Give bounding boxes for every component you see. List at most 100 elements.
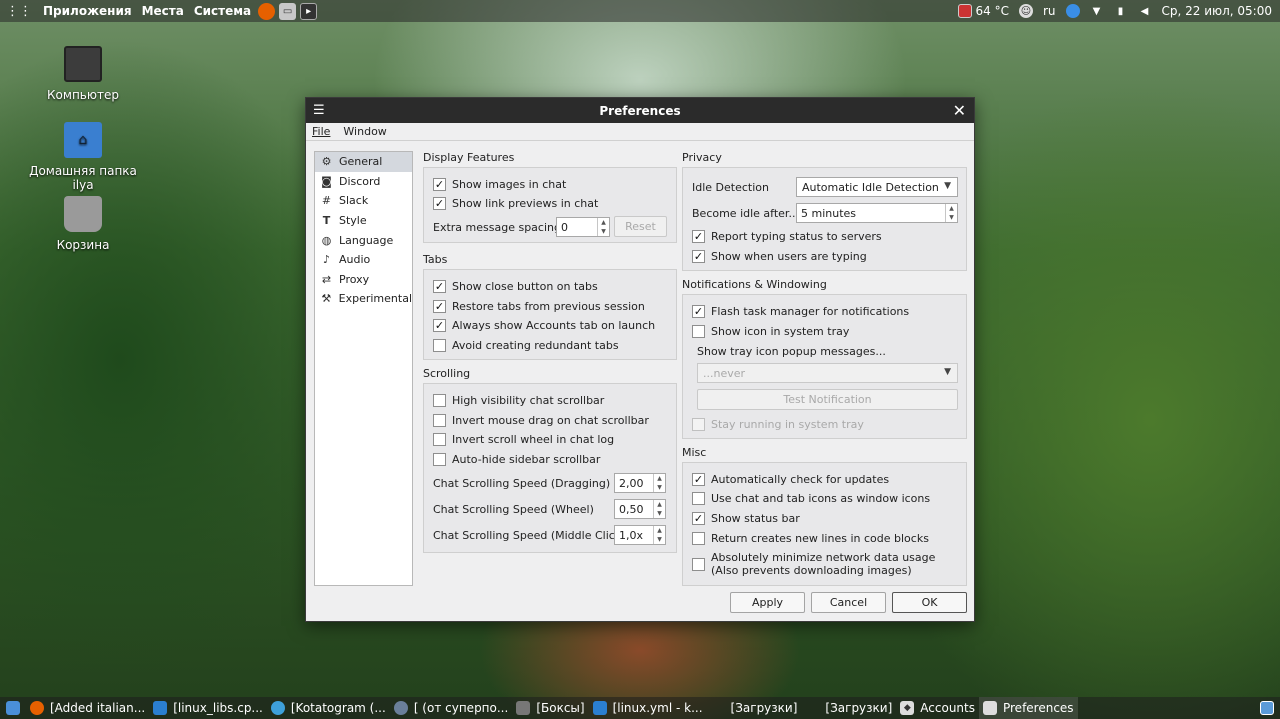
show-desktop-button[interactable] [0, 697, 26, 719]
speed-wheel-spinbox[interactable]: 0,50 ▲ ▼ [614, 499, 666, 519]
telegram-icon [270, 701, 285, 715]
proxy-icon: ⇄ [321, 272, 332, 286]
folder-icon [711, 701, 725, 715]
firefox-launcher-icon[interactable] [258, 2, 276, 20]
home-folder-icon: ⌂ [64, 122, 102, 158]
checkbox-box [433, 413, 446, 427]
speed-dragging-spinbox[interactable]: 2,00 ▲ ▼ [614, 473, 666, 493]
checkmark-icon: ✓ [433, 196, 446, 210]
speed-middle-click-spinbox[interactable]: 1,0x ▲ ▼ [614, 525, 666, 545]
slack-icon: # [321, 194, 332, 208]
show-images-checkbox[interactable]: ✓ Show images in chat [433, 175, 566, 193]
ok-button[interactable]: OK [892, 592, 967, 613]
globe-icon: ◍ [321, 233, 332, 247]
sidebar-item-proxy[interactable]: ⇄ Proxy [315, 270, 412, 290]
spin-arrows-icon[interactable]: ▲ ▼ [653, 526, 665, 544]
terminal-launcher-icon[interactable]: ▸ [300, 2, 318, 20]
status-bar-checkbox[interactable]: ✓ Show status bar [692, 509, 800, 527]
desktop-home-folder[interactable]: ⌂ Домашняя папка ilya [18, 122, 148, 192]
show-typing-checkbox[interactable]: ✓ Show when users are typing [692, 247, 867, 265]
battery-icon[interactable]: ▮ [1114, 4, 1128, 18]
auto-update-checkbox[interactable]: ✓ Automatically check for updates [692, 470, 889, 488]
taskbar-item[interactable]: [Kotatogram (... [267, 697, 390, 719]
taskbar-item[interactable]: [ (от суперпо... [390, 697, 513, 719]
thermometer-icon [958, 4, 973, 18]
taskbar-item[interactable]: ◆ Accounts [896, 697, 979, 719]
sidebar-item-slack[interactable]: # Slack [315, 191, 412, 211]
workspace-switcher[interactable] [1254, 697, 1280, 719]
sidebar-item-experimental[interactable]: ⚒ Experimental [315, 289, 412, 309]
volume-icon[interactable]: ◀ [1138, 4, 1152, 18]
sidebar-item-discord[interactable]: ◙ Discord [315, 172, 412, 192]
idle-detection-dropdown[interactable]: Automatic Idle Detection ▼ [796, 177, 958, 197]
places-menu[interactable]: Места [137, 0, 189, 22]
firefox-icon [30, 701, 44, 715]
flash-task-manager-checkbox[interactable]: ✓ Flash task manager for notifications [692, 302, 909, 320]
extra-spacing-spinbox[interactable]: 0 ▲ ▼ [556, 217, 610, 237]
spin-arrows-icon[interactable]: ▲ ▼ [653, 474, 665, 492]
reset-button[interactable]: Reset [614, 216, 667, 237]
keyboard-layout-indicator[interactable]: ru [1043, 4, 1056, 18]
taskbar-item-active[interactable]: Preferences [978, 697, 1078, 719]
taskbar-item[interactable]: [Загрузки] [707, 697, 802, 719]
title-bar[interactable]: ☰ Preferences ✕ [306, 98, 974, 123]
wifi-icon[interactable]: ▼ [1090, 4, 1104, 18]
show-close-button-checkbox[interactable]: ✓ Show close button on tabs [433, 277, 598, 295]
menu-window[interactable]: Window [343, 125, 386, 138]
invert-mouse-drag-checkbox[interactable]: Invert mouse drag on chat scrollbar [433, 411, 649, 429]
extra-spacing-label: Extra message spacing [433, 220, 561, 234]
update-tray-icon[interactable] [1065, 4, 1080, 18]
sidebar-item-language[interactable]: ◍ Language [315, 230, 412, 250]
tray-icon-checkbox[interactable]: Show icon in system tray [692, 322, 849, 340]
display-features-title: Display Features [423, 151, 515, 164]
taskbar-item[interactable]: [Added italian... [26, 697, 149, 719]
spin-arrows-icon[interactable]: ▲ ▼ [945, 204, 957, 222]
menu-file[interactable]: File [312, 125, 330, 138]
clock[interactable]: Ср, 22 июл, 05:00 [1162, 4, 1273, 18]
spin-arrows-icon[interactable]: ▲ ▼ [653, 500, 665, 518]
applications-menu[interactable]: Приложения [38, 0, 137, 22]
taskbar-item[interactable]: [Загрузки] [801, 697, 896, 719]
privacy-title: Privacy [682, 151, 722, 164]
minimize-data-checkbox[interactable]: Absolutely minimize network data usage (… [692, 551, 935, 577]
desktop-computer[interactable]: Компьютер [18, 46, 148, 102]
high-visibility-scrollbar-checkbox[interactable]: High visibility chat scrollbar [433, 391, 604, 409]
notifications-title: Notifications & Windowing [682, 278, 827, 291]
vscode-icon [153, 701, 168, 715]
avoid-redundant-tabs-checkbox[interactable]: Avoid creating redundant tabs [433, 336, 619, 354]
invert-scroll-wheel-checkbox[interactable]: Invert scroll wheel in chat log [433, 430, 614, 448]
close-icon[interactable]: ✕ [953, 101, 966, 120]
sidebar-item-audio[interactable]: ♪ Audio [315, 250, 412, 270]
code-block-newlines-checkbox[interactable]: Return creates new lines in code blocks [692, 529, 929, 547]
desktop-trash[interactable]: Корзина [18, 196, 148, 252]
spin-arrows-icon[interactable]: ▲ ▼ [597, 218, 609, 236]
taskbar-item[interactable]: [Боксы] [512, 697, 588, 719]
apps-grid-icon[interactable]: ⋮⋮ [0, 0, 38, 22]
taskbar-item[interactable]: [linux.yml - k... [589, 697, 707, 719]
scrolling-title: Scrolling [423, 367, 471, 380]
computer-icon [64, 46, 102, 82]
preferences-sidebar: ⚙ General ◙ Discord # Slack T Style ◍ La… [314, 151, 413, 586]
tray-popup-dropdown[interactable]: ...never ▼ [697, 363, 958, 383]
taskbar-item[interactable]: [linux_libs.cp... [149, 697, 267, 719]
sidebar-item-style[interactable]: T Style [315, 211, 412, 231]
messenger-tray-icon[interactable]: ☺ [1018, 4, 1033, 18]
apply-button[interactable]: Apply [730, 592, 805, 613]
sidebar-item-general[interactable]: ⚙ General [315, 152, 412, 172]
checkmark-icon: ✓ [433, 318, 446, 332]
report-typing-checkbox[interactable]: ✓ Report typing status to servers [692, 227, 882, 245]
show-link-previews-checkbox[interactable]: ✓ Show link previews in chat [433, 194, 598, 212]
test-notification-button[interactable]: Test Notification [697, 389, 958, 410]
system-menu[interactable]: Система [189, 0, 256, 22]
stay-running-checkbox[interactable]: Stay running in system tray [692, 415, 864, 433]
show-accounts-tab-checkbox[interactable]: ✓ Always show Accounts tab on launch [433, 316, 655, 334]
become-idle-spinbox[interactable]: 5 minutes ▲ ▼ [796, 203, 958, 223]
file-manager-launcher-icon[interactable]: ▭ [279, 2, 297, 20]
window-menu-icon[interactable]: ☰ [313, 103, 325, 118]
cpu-temperature[interactable]: 64 °C [958, 4, 1009, 18]
restore-tabs-checkbox[interactable]: ✓ Restore tabs from previous session [433, 297, 645, 315]
window-icons-checkbox[interactable]: Use chat and tab icons as window icons [692, 489, 930, 507]
auto-hide-scrollbar-checkbox[interactable]: Auto-hide sidebar scrollbar [433, 450, 600, 468]
cancel-button[interactable]: Cancel [811, 592, 886, 613]
folder-icon [805, 701, 819, 715]
